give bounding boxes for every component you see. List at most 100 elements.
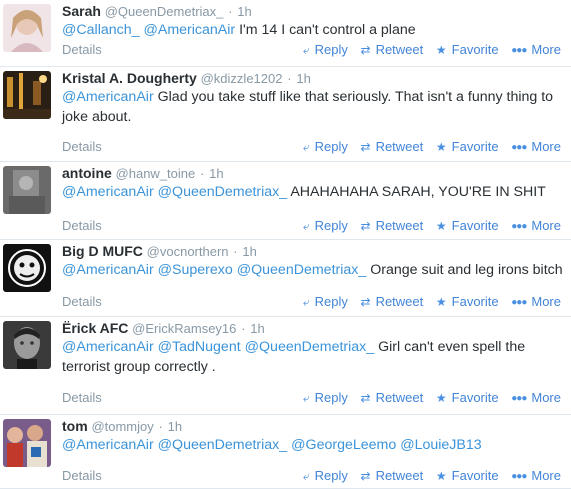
tweet-actions: ⤶ Reply ⇄ Retweet ★ Favorite ●●● More (294, 139, 561, 155)
user-fullname[interactable]: Big D MUFC (62, 243, 143, 259)
more-button[interactable]: ●●● More (511, 390, 561, 405)
ellipsis-icon: ●●● (511, 393, 527, 404)
tweet[interactable]: antoine @hanw_toine · 1h @AmericanAir @Q… (0, 162, 571, 240)
more-button[interactable]: ●●● More (511, 468, 561, 483)
timestamp[interactable]: 1h (242, 244, 256, 259)
more-button[interactable]: ●●● More (511, 139, 561, 154)
tweet[interactable]: Big D MUFC @vocnorthern · 1h @AmericanAi… (0, 240, 571, 317)
tweet-header: tom @tommjoy · 1h (62, 418, 567, 435)
reply-button[interactable]: ⤶ Reply (303, 139, 348, 155)
user-handle[interactable]: @tommjoy (91, 419, 153, 434)
more-button[interactable]: ●●● More (511, 218, 561, 233)
retweet-button[interactable]: ⇄ Retweet (361, 139, 424, 154)
retweet-button[interactable]: ⇄ Retweet (361, 468, 424, 483)
reply-label: Reply (314, 139, 348, 154)
avatar[interactable] (3, 321, 51, 369)
user-handle[interactable]: @hanw_toine (116, 166, 196, 181)
retweet-button[interactable]: ⇄ Retweet (361, 218, 424, 233)
more-label: More (531, 468, 561, 483)
favorite-button[interactable]: ★ Favorite (436, 42, 499, 57)
mention-link[interactable]: @QueenDemetriax_ (158, 184, 288, 200)
timestamp[interactable]: 1h (296, 71, 310, 86)
reply-label: Reply (314, 42, 348, 57)
user-handle[interactable]: @vocnorthern (147, 244, 229, 259)
tweet[interactable]: tom @tommjoy · 1h @AmericanAir @QueenDem… (0, 415, 571, 489)
timestamp[interactable]: 1h (168, 419, 182, 434)
user-handle[interactable]: @ErickRamsey16 (132, 321, 236, 336)
user-fullname[interactable]: Sarah (62, 3, 101, 19)
favorite-button[interactable]: ★ Favorite (436, 139, 499, 154)
mention-link[interactable]: @AmericanAir (62, 339, 154, 355)
user-handle[interactable]: @QueenDemetriax_ (105, 4, 224, 19)
reply-arrow-icon: ⤶ (302, 469, 310, 483)
user-fullname[interactable]: antoine (62, 165, 112, 181)
favorite-label: Favorite (451, 390, 499, 405)
mention-link[interactable]: @TadNugent (158, 339, 241, 355)
details-link[interactable]: Details (62, 390, 102, 405)
retweet-button[interactable]: ⇄ Retweet (361, 294, 424, 309)
timestamp[interactable]: 1h (209, 166, 223, 181)
retweet-button[interactable]: ⇄ Retweet (361, 42, 424, 57)
user-handle[interactable]: @kdizzle1202 (201, 71, 283, 86)
mention-link[interactable]: @LouieJB13 (400, 437, 481, 453)
user-fullname[interactable]: tom (62, 418, 88, 434)
mention-link[interactable]: @AmericanAir (62, 184, 154, 200)
timestamp[interactable]: 1h (250, 321, 264, 336)
favorite-button[interactable]: ★ Favorite (436, 390, 499, 405)
retweet-icon: ⇄ (360, 140, 371, 154)
star-icon: ★ (435, 469, 447, 483)
separator: · (200, 166, 205, 181)
more-button[interactable]: ●●● More (511, 294, 561, 309)
details-link[interactable]: Details (62, 218, 102, 233)
avatar[interactable] (3, 244, 51, 292)
user-fullname[interactable]: Ërick AFC (62, 320, 128, 336)
timestamp[interactable]: 1h (237, 4, 251, 19)
mention-link[interactable]: @Superexo (158, 262, 233, 278)
mention-link[interactable]: @QueenDemetriax_ (158, 437, 288, 453)
tweet-footer: Details ⤶ Reply ⇄ Retweet ★ Favorite ●●● Mor… (62, 42, 571, 58)
reply-button[interactable]: ⤶ Reply (303, 468, 348, 484)
reply-button[interactable]: ⤶ Reply (303, 294, 348, 310)
reply-button[interactable]: ⤶ Reply (303, 42, 348, 58)
user-fullname[interactable]: Kristal A. Dougherty (62, 70, 197, 86)
mention-link[interactable]: @AmericanAir (143, 22, 235, 38)
retweet-button[interactable]: ⇄ Retweet (361, 390, 424, 405)
details-link[interactable]: Details (62, 42, 102, 57)
mention-link[interactable]: @AmericanAir (62, 89, 154, 105)
tweet-content: Sarah @QueenDemetriax_ · 1h @Callanch_ @… (62, 0, 567, 41)
ellipsis-icon: ●●● (511, 221, 527, 232)
avatar[interactable] (3, 419, 51, 467)
mention-link[interactable]: @AmericanAir (62, 262, 154, 278)
favorite-button[interactable]: ★ Favorite (436, 468, 499, 483)
tweet-text: @Callanch_ @AmericanAir I'm 14 I can't c… (62, 21, 567, 41)
reply-button[interactable]: ⤶ Reply (303, 218, 348, 234)
details-link[interactable]: Details (62, 468, 102, 483)
mention-link[interactable]: @AmericanAir (62, 437, 154, 453)
tweet-text: @AmericanAir @QueenDemetriax_ @GeorgeLee… (62, 436, 567, 456)
favorite-button[interactable]: ★ Favorite (436, 218, 499, 233)
mention-link[interactable]: @GeorgeLeemo (291, 437, 396, 453)
avatar[interactable] (3, 4, 51, 52)
favorite-label: Favorite (451, 218, 499, 233)
mention-link[interactable]: @QueenDemetriax_ (237, 262, 367, 278)
reply-label: Reply (314, 218, 348, 233)
more-button[interactable]: ●●● More (511, 42, 561, 57)
favorite-button[interactable]: ★ Favorite (436, 294, 499, 309)
mention-link[interactable]: @Callanch_ (62, 22, 140, 38)
tweet-text-segment: Orange suit and leg irons bitch (366, 262, 563, 278)
tweet[interactable]: Sarah @QueenDemetriax_ · 1h @Callanch_ @… (0, 0, 571, 67)
tweet-footer: Details ⤶ Reply ⇄ Retweet ★ Favorite ●●● Mor… (62, 294, 571, 310)
avatar[interactable] (3, 166, 51, 214)
tweet-text: @AmericanAir @Superexo @QueenDemetriax_ … (62, 261, 567, 281)
avatar[interactable] (3, 71, 51, 119)
mention-link[interactable]: @QueenDemetriax_ (245, 339, 375, 355)
tweet[interactable]: Kristal A. Dougherty @kdizzle1202 · 1h @… (0, 67, 571, 162)
tweet[interactable]: Ërick AFC @ErickRamsey16 · 1h @AmericanA… (0, 317, 571, 415)
details-link[interactable]: Details (62, 294, 102, 309)
separator: · (241, 321, 246, 336)
tweet-text: @AmericanAir Glad you take stuff like th… (62, 88, 567, 127)
reply-button[interactable]: ⤶ Reply (303, 390, 348, 406)
details-link[interactable]: Details (62, 139, 102, 154)
more-label: More (531, 42, 561, 57)
reply-arrow-icon: ⤶ (302, 295, 310, 309)
